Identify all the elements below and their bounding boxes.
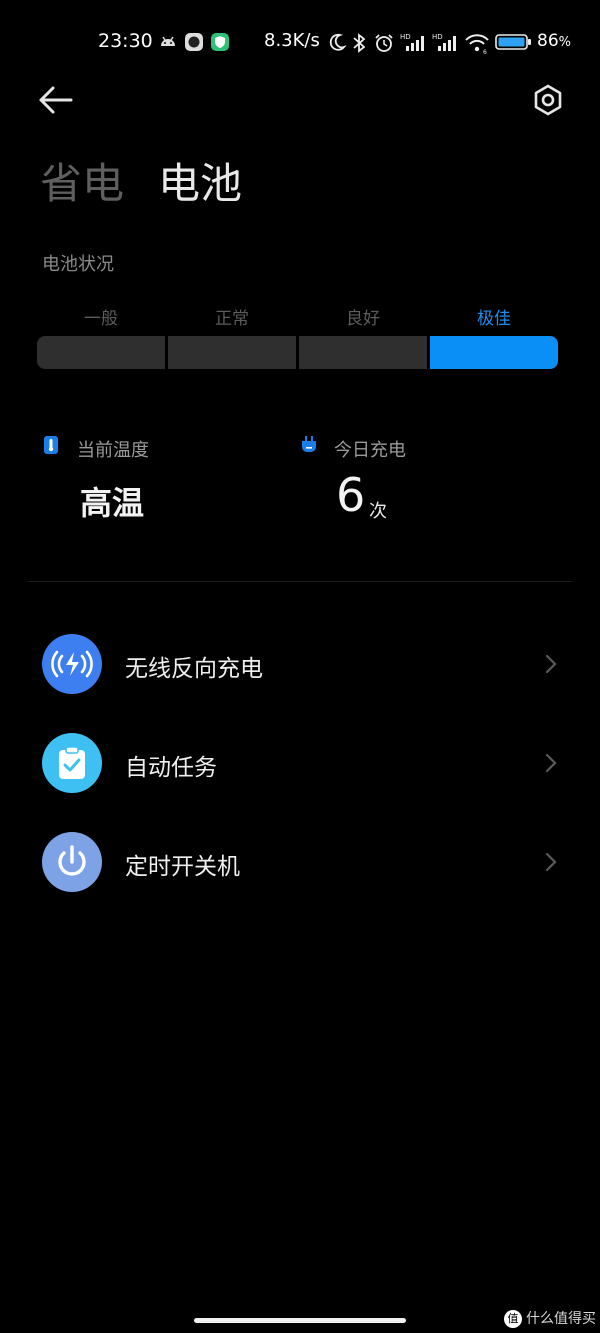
tab-power-saving[interactable]: 省电 [40,150,124,211]
svg-text:6: 6 [483,49,487,54]
chevron-right-icon [544,851,558,873]
moon-icon [327,32,347,56]
level-label-good: 良好 [346,309,380,329]
list-item-auto-tasks[interactable]: 自动任务 [0,718,600,808]
watermark-logo: 值 [504,1310,522,1328]
svg-text:HD: HD [400,33,411,41]
level-label-normal: 正常 [215,309,249,329]
thermometer-icon [43,435,59,455]
section-divider [28,581,572,582]
settings-button[interactable] [530,82,566,118]
list-item-label: 定时开关机 [125,854,240,880]
home-indicator[interactable] [194,1318,406,1323]
svg-text:HD: HD [432,33,443,41]
shield-app-icon [210,32,230,56]
chevron-right-icon [544,653,558,675]
gear-icon [534,84,562,116]
signal-hd-icon: HD [400,32,428,58]
list-item-label: 自动任务 [125,755,217,781]
network-speed: 8.3K/s [264,30,320,51]
power-icon [42,832,102,892]
list-item-wireless-reverse-charging[interactable]: 无线反向充电 [0,619,600,709]
signal-hd-icon: HD [432,32,460,58]
arrow-left-icon [39,86,73,114]
watermark: 值什么值得买 [504,1308,596,1328]
level-bar-fair [37,336,165,369]
battery-percent: 86% [537,31,571,51]
level-label-fair: 一般 [84,309,118,329]
temperature-label: 当前温度 [77,440,149,461]
android-icon [158,32,178,56]
battery-charging-icon [495,32,533,56]
charges-today-value: 6 [336,468,366,522]
list-item-label: 无线反向充电 [125,656,263,682]
battery-health-title: 电池状况 [42,254,114,275]
task-clipboard-icon [42,733,102,793]
charges-today-label: 今日充电 [334,440,406,461]
bluetooth-icon [351,32,367,58]
level-bar-normal [168,336,296,369]
back-button[interactable] [36,82,78,118]
circle-app-icon [184,32,204,56]
temperature-value: 高温 [80,484,145,522]
wireless-charge-icon [42,634,102,694]
wifi-icon: 6 [464,32,490,58]
status-bar: 23:30 8.3K/s HD HD 6 86% [0,26,600,60]
level-bar-good [299,336,427,369]
plug-icon [301,435,317,455]
chevron-right-icon [544,752,558,774]
list-item-scheduled-power[interactable]: 定时开关机 [0,817,600,907]
alarm-icon [373,32,395,58]
level-bar-excellent [430,336,558,369]
charges-today-unit: 次 [369,501,387,522]
tab-battery[interactable]: 电池 [158,150,242,211]
status-time: 23:30 [98,30,153,52]
level-label-excellent: 极佳 [477,309,511,329]
